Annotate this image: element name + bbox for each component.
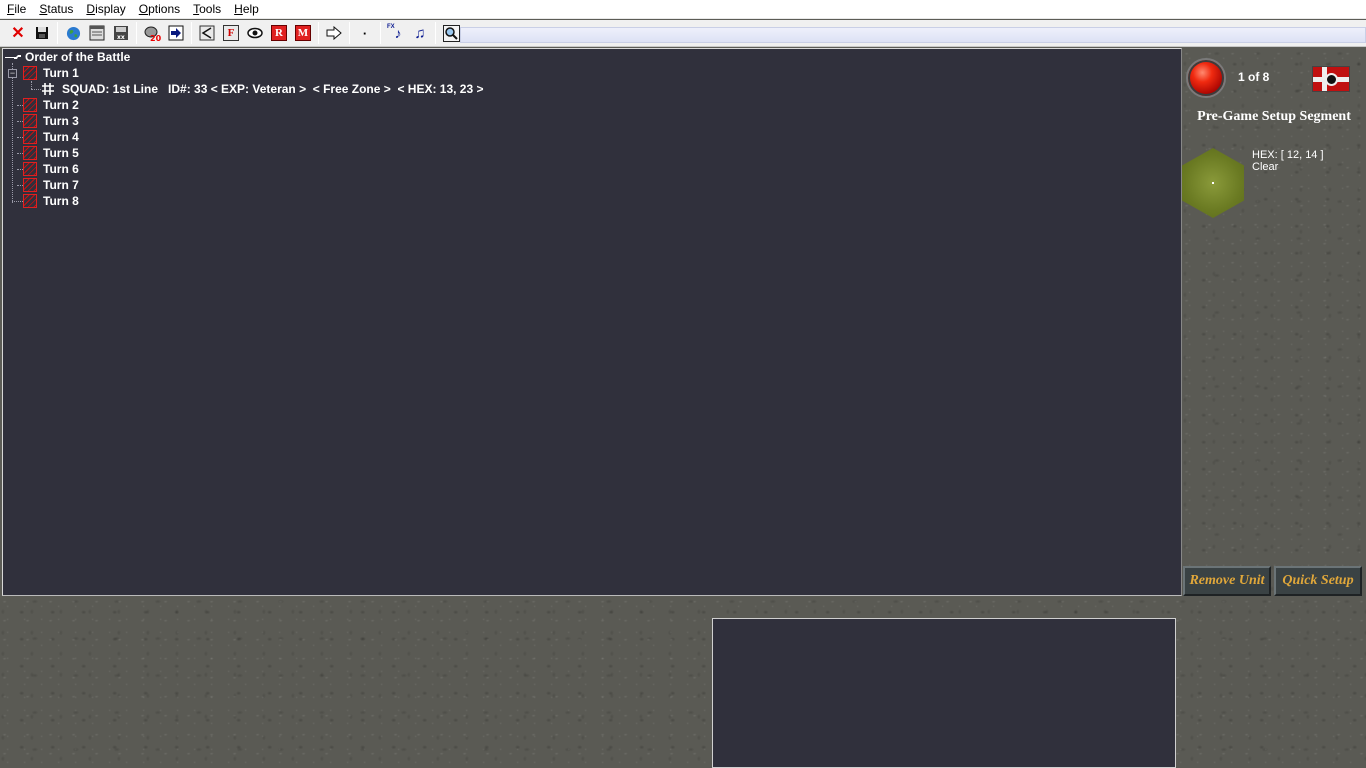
remove-unit-button[interactable]: Remove Unit [1183,566,1271,596]
hex-terrain: Clear [1252,161,1279,173]
menu-help[interactable]: Help [227,0,265,18]
rifle-icon [5,55,21,59]
turn-label: Turn 4 [43,130,79,144]
next-arrow-icon[interactable] [166,23,186,43]
toolbar-separator [435,22,436,44]
toolbar-separator [380,22,381,44]
squad-icon [42,83,54,95]
turn-icon [23,146,37,160]
tree-unit-squad[interactable]: SQUAD: 1st Line ID#: 33 < EXP: Veteran >… [41,81,484,97]
toolbar-separator [136,22,137,44]
disk-export-icon[interactable]: xx [111,23,131,43]
quick-setup-button[interactable]: Quick Setup [1274,566,1362,596]
tree-turn-5[interactable]: Turn 5 [23,145,79,161]
tree-connector [12,201,23,202]
menu-bar: File Status Display Options Tools Help [0,0,1366,19]
sound-fx-label: FX [387,24,395,30]
toolbar-separator [349,22,350,44]
menu-display[interactable]: Display [79,0,131,18]
rout-button[interactable]: R [269,23,289,43]
order-of-battle-tree[interactable]: Order of the Battle − Turn 1 SQUAD: 1st … [2,48,1182,596]
german-flag-icon [1312,66,1350,92]
toolbar-status-strip [460,27,1366,43]
tree-turn-3[interactable]: Turn 3 [23,113,79,129]
turn-label: Turn 1 [43,66,79,80]
tree-turn-1[interactable]: Turn 1 [23,65,79,81]
turn-label: Turn 8 [43,194,79,208]
globe-icon[interactable] [63,23,83,43]
forward-arrow-icon[interactable] [324,23,344,43]
segment-title: Pre-Game Setup Segment [1197,109,1351,124]
tree-turn-6[interactable]: Turn 6 [23,161,79,177]
menu-options[interactable]: Options [132,0,186,18]
menu-file[interactable]: File [0,0,32,18]
back-icon[interactable] [197,23,217,43]
close-icon[interactable]: ✕ [8,23,28,43]
toolbar-separator [318,22,319,44]
message-box [712,618,1176,768]
fire-icon: F [223,25,239,41]
eye-icon[interactable] [245,23,265,43]
zoom-icon[interactable] [441,23,461,43]
dot-icon[interactable]: · [355,23,375,43]
save-icon[interactable] [32,23,52,43]
tree-root[interactable]: Order of the Battle [5,49,130,65]
move-button[interactable]: M [293,23,313,43]
turn-label: Turn 2 [43,98,79,112]
music-icon[interactable]: ♫ [410,23,430,43]
tree-turn-7[interactable]: Turn 7 [23,177,79,193]
hex-coordinates: HEX: [ 12, 14 ] [1252,149,1324,161]
turn-icon [23,130,37,144]
turn-label: Turn 6 [43,162,79,176]
end-phase-button[interactable] [1186,58,1226,98]
turn-icon [23,66,37,80]
rout-icon: R [271,25,287,41]
tree-connector [31,89,41,90]
tree-connector [12,63,13,203]
turn-label: Turn 5 [43,146,79,160]
toolbar-separator [57,22,58,44]
hex-center-dot [1212,182,1214,184]
turn-counter: 1 of 8 [1238,70,1270,84]
turn-label: Turn 7 [43,178,79,192]
menu-tools[interactable]: Tools [186,0,227,18]
tree-turn-8[interactable]: Turn 8 [23,193,79,209]
window-icon[interactable] [87,23,107,43]
turn-icon [23,114,37,128]
side-panel: 1 of 8 Pre-Game Setup Segment HEX: [ 12,… [1182,48,1366,596]
turn-icon [23,194,37,208]
menu-status[interactable]: Status [32,0,79,18]
tree-turn-4[interactable]: Turn 4 [23,129,79,145]
turn-label: Turn 3 [43,114,79,128]
unit-label: SQUAD: 1st Line ID#: 33 < EXP: Veteran >… [62,82,484,96]
toolbar-separator [191,22,192,44]
svg-text:xx: xx [117,34,125,41]
turn-icon [23,178,37,192]
reinforcements-icon[interactable]: 20 [142,23,162,43]
move-icon: M [295,25,311,41]
sound-fx-icon[interactable]: FX ♪ [386,23,406,43]
tree-connector [31,81,32,89]
hex-info: HEX: [ 12, 14 ] Clear [1252,149,1324,173]
tree-turn-2[interactable]: Turn 2 [23,97,79,113]
turn-icon [23,98,37,112]
fire-button[interactable]: F [221,23,241,43]
svg-text:20: 20 [150,34,161,42]
sound-fx-note: ♪ [394,25,402,41]
tree-root-label: Order of the Battle [25,50,131,64]
turn-icon [23,162,37,176]
collapse-turn-1-toggle[interactable]: − [8,69,17,78]
